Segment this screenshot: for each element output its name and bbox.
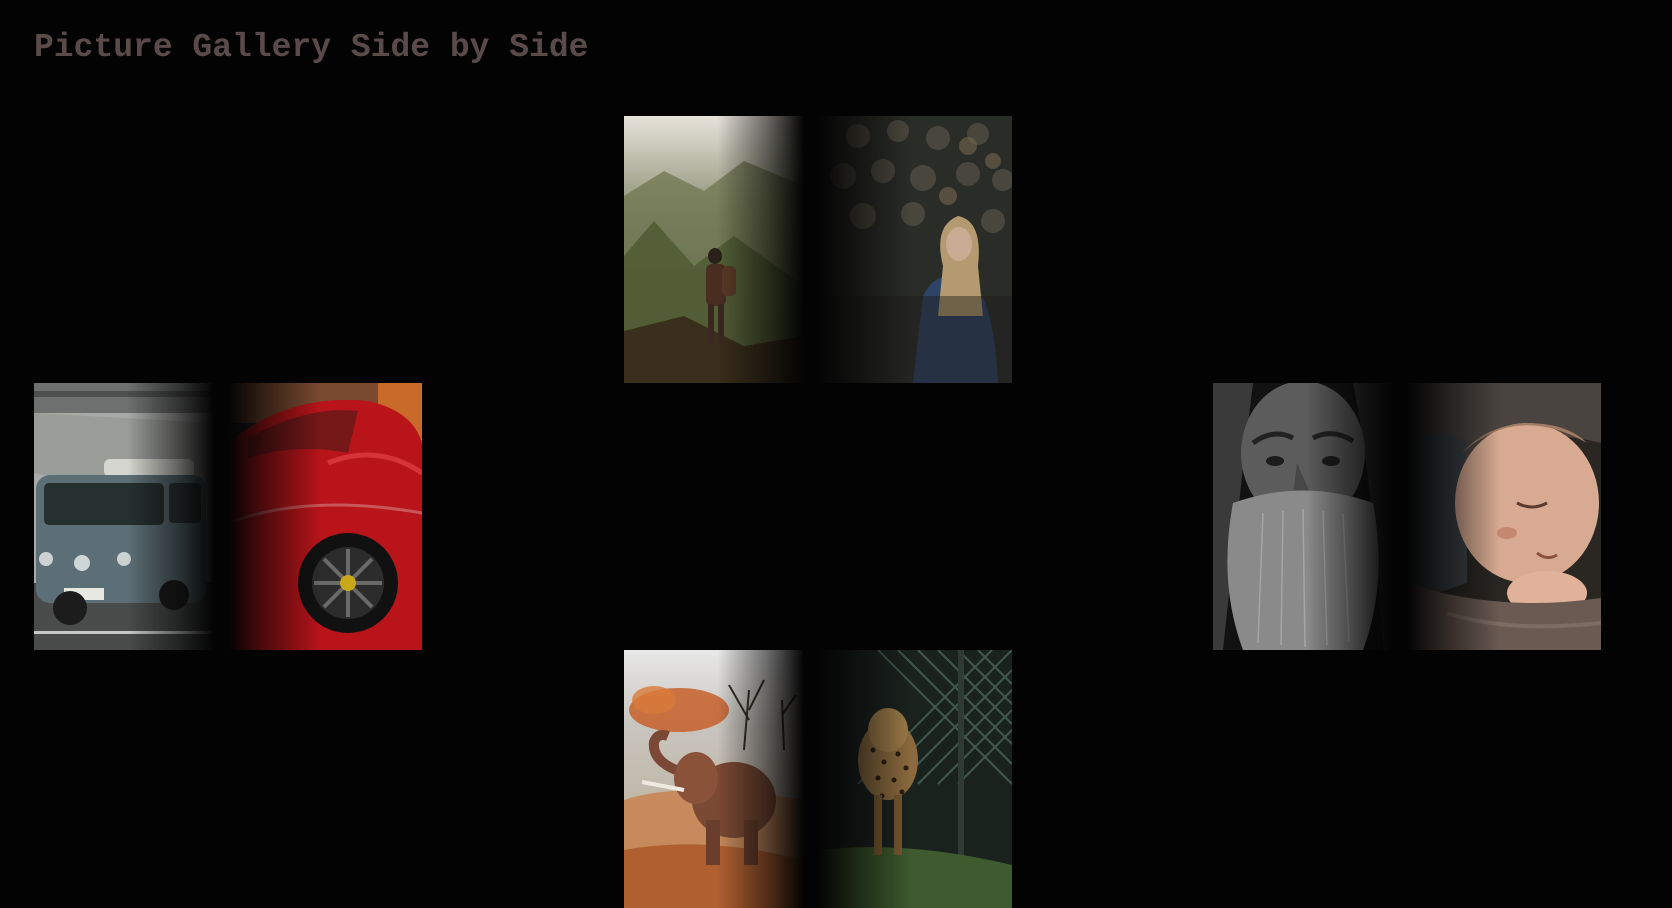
vw-camper-van-image[interactable] xyxy=(34,383,214,650)
bearded-old-man-image[interactable] xyxy=(1213,383,1393,650)
sleeping-baby-icon xyxy=(1407,383,1601,650)
gallery-pair-right xyxy=(1213,383,1601,650)
cheetah-by-fence-image[interactable] xyxy=(818,650,1012,908)
elephant-dust-icon xyxy=(624,650,804,908)
gallery-pair-top xyxy=(624,116,1012,383)
woman-in-crowd-icon xyxy=(818,116,1012,383)
vw-camper-van-icon xyxy=(34,383,214,650)
red-sports-car-icon xyxy=(228,383,422,650)
page-title: Picture Gallery Side by Side xyxy=(34,29,589,66)
gallery-pair-left xyxy=(34,383,422,650)
bearded-old-man-icon xyxy=(1213,383,1393,650)
elephant-dust-image[interactable] xyxy=(624,650,804,908)
hiker-on-mountain-image[interactable] xyxy=(624,116,804,383)
red-sports-car-image[interactable] xyxy=(228,383,422,650)
gallery-pair-bottom xyxy=(624,650,1012,908)
cheetah-by-fence-icon xyxy=(818,650,1012,908)
sleeping-baby-image[interactable] xyxy=(1407,383,1601,650)
woman-in-crowd-image[interactable] xyxy=(818,116,1012,383)
hiker-on-mountain-icon xyxy=(624,116,804,383)
